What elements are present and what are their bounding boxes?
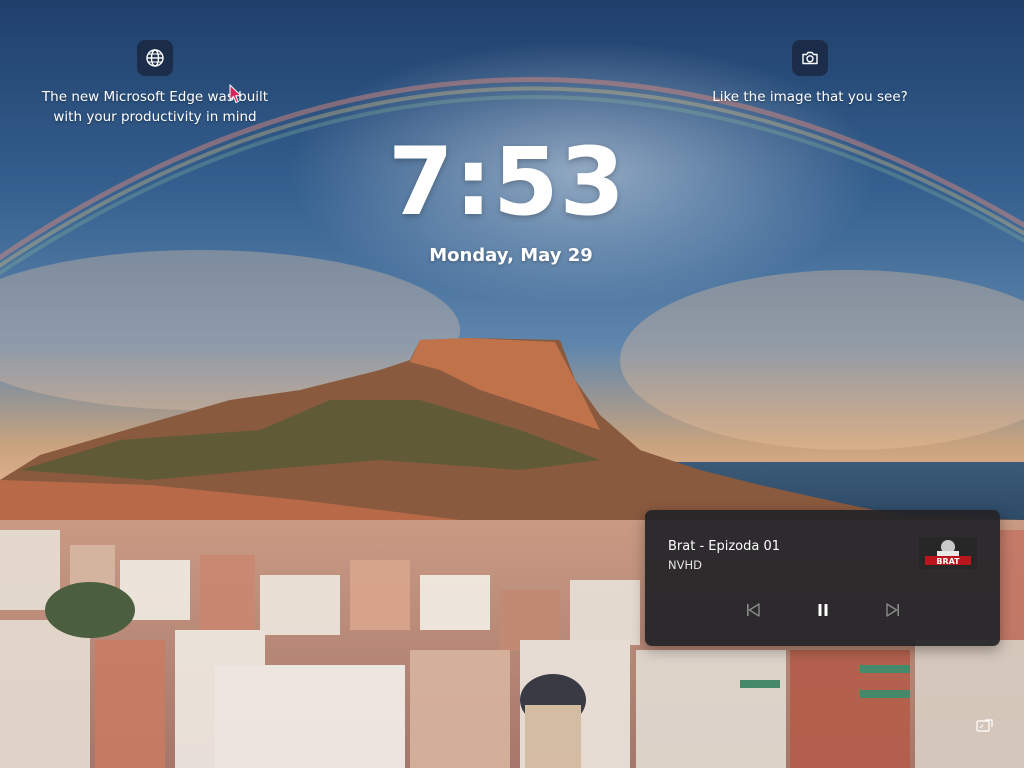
media-thumbnail: BRAT (919, 537, 977, 569)
next-track-icon (886, 603, 899, 617)
next-track-button[interactable] (878, 595, 908, 625)
spotlight-like-image[interactable]: Like the image that you see? (660, 40, 960, 107)
media-playback-card[interactable]: Brat - Epizoda 01 NVHD BRAT (645, 510, 1000, 646)
previous-track-button[interactable] (738, 595, 768, 625)
spotlight-tip-line-2: with your productivity in mind (53, 109, 257, 125)
media-title: Brat - Epizoda 01 (668, 539, 781, 554)
spotlight-tip-line-1: The new Microsoft Edge was built (41, 89, 269, 105)
play-pause-button[interactable] (808, 595, 838, 625)
media-artist: NVHD (668, 558, 702, 572)
spotlight-like-text[interactable]: Like the image that you see? (660, 87, 960, 107)
spotlight-tip-text[interactable]: The new Microsoft Edge was built with yo… (5, 87, 305, 127)
media-thumbnail-text: BRAT (936, 557, 960, 566)
spotlight-tip-left[interactable]: The new Microsoft Edge was built with yo… (5, 40, 305, 127)
mouse-cursor (229, 83, 243, 108)
previous-track-icon (747, 603, 760, 617)
lock-screen-time: 7:53 (388, 128, 626, 237)
camera-icon[interactable] (792, 40, 828, 76)
accessibility-icon[interactable] (975, 716, 995, 740)
pause-icon (818, 604, 828, 616)
lock-screen-date: Monday, May 29 (429, 245, 593, 266)
media-controls (645, 595, 1000, 625)
globe-icon[interactable] (137, 40, 173, 76)
